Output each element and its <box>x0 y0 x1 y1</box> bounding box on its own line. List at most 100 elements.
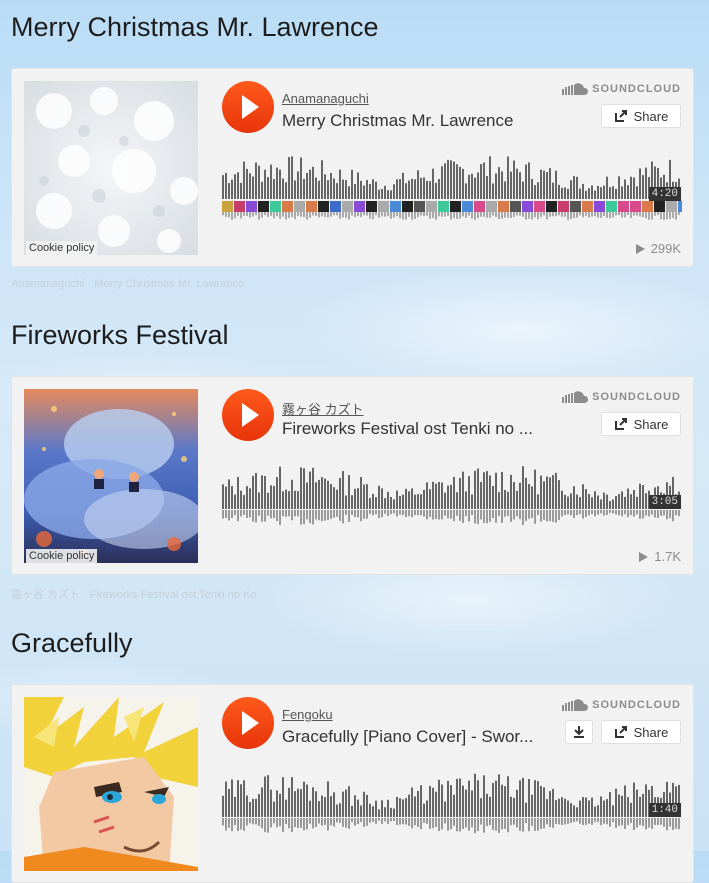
waveform-reflection-bar <box>285 510 287 517</box>
waveform-reflection-bar <box>570 510 572 516</box>
comment-avatar[interactable] <box>666 201 677 212</box>
byline-track-link[interactable]: Fireworks Festival ost Tenki no Ko <box>90 589 257 601</box>
waveform-bar <box>258 165 260 199</box>
comment-avatar[interactable] <box>246 201 257 212</box>
waveform-reflection-bar <box>441 510 443 520</box>
waveform-reflection-bar <box>330 510 332 519</box>
comment-avatar[interactable] <box>294 201 305 212</box>
comment-avatar[interactable] <box>258 201 269 212</box>
waveform-reflection-bar <box>624 818 626 830</box>
comment-avatar[interactable] <box>282 201 293 212</box>
comment-avatar[interactable] <box>450 201 461 212</box>
track-title[interactable]: Gracefully [Piano Cover] - Swor... <box>282 727 533 747</box>
share-icon <box>614 418 627 430</box>
comment-avatar[interactable] <box>378 201 389 212</box>
soundcloud-logo[interactable]: SOUNDCLOUD <box>562 699 681 711</box>
comment-avatar[interactable] <box>522 201 533 212</box>
waveform-reflection-bar <box>240 212 242 219</box>
comment-avatar[interactable] <box>390 201 401 212</box>
artist-link[interactable]: 霧ヶ谷 カズト <box>282 399 364 418</box>
waveform-reflection-bar <box>585 510 587 517</box>
waveform-bar <box>552 788 554 817</box>
track-title[interactable]: Merry Christmas Mr. Lawrence <box>282 111 513 131</box>
comment-avatar[interactable] <box>510 201 521 212</box>
waveform-bar <box>393 499 395 509</box>
comment-avatar[interactable] <box>618 201 629 212</box>
comment-avatar[interactable] <box>498 201 509 212</box>
comment-avatar[interactable] <box>354 201 365 212</box>
soundcloud-logo-icon <box>562 83 589 95</box>
comment-avatar[interactable] <box>270 201 281 212</box>
waveform[interactable] <box>222 765 682 837</box>
comment-avatar[interactable] <box>414 201 425 212</box>
share-label: Share <box>633 108 669 124</box>
comment-avatar[interactable] <box>486 201 497 212</box>
byline-artist-link[interactable]: Anamanaguchi <box>11 278 84 290</box>
comment-avatar[interactable] <box>642 201 653 212</box>
waveform-reflection-bar <box>447 510 449 519</box>
comment-avatar[interactable] <box>630 201 641 212</box>
comment-avatar[interactable] <box>438 201 449 212</box>
waveform-reflection-bar <box>672 510 674 522</box>
waveform-bar <box>267 177 269 199</box>
soundcloud-logo[interactable]: SOUNDCLOUD <box>562 391 681 403</box>
waveform[interactable] <box>222 149 682 221</box>
track-artwork[interactable]: Cookie policy <box>24 389 198 563</box>
byline-track-link[interactable]: Merry Christmas Mr. Lawrence <box>94 278 244 290</box>
waveform-reflection-bar <box>498 818 500 833</box>
artist-link[interactable]: Anamanaguchi <box>282 91 369 106</box>
waveform-bar <box>264 776 266 817</box>
waveform-bar <box>477 780 479 817</box>
comment-avatar[interactable] <box>426 201 437 212</box>
comment-avatar[interactable] <box>462 201 473 212</box>
comment-avatar[interactable] <box>570 201 581 212</box>
comment-avatar[interactable] <box>582 201 593 212</box>
comment-avatar[interactable] <box>546 201 557 212</box>
comment-avatar[interactable] <box>678 201 682 212</box>
download-button[interactable] <box>565 720 593 744</box>
play-button[interactable] <box>222 389 274 441</box>
waveform[interactable] <box>222 457 682 529</box>
waveform-reflection-bar <box>342 818 344 827</box>
waveform-bar <box>348 786 350 817</box>
cookie-policy-link[interactable]: Cookie policy <box>26 549 98 563</box>
waveform-bar <box>390 807 392 817</box>
comment-avatar[interactable] <box>342 201 353 212</box>
comment-avatar[interactable] <box>654 201 665 212</box>
comment-avatar[interactable] <box>474 201 485 212</box>
waveform-reflection-bar <box>486 818 488 827</box>
play-count-value: 299K <box>650 241 681 256</box>
comment-avatar[interactable] <box>534 201 545 212</box>
comment-avatar[interactable] <box>558 201 569 212</box>
waveform-bar <box>348 475 350 509</box>
soundcloud-logo[interactable]: SOUNDCLOUD <box>562 83 681 95</box>
waveform-reflection-bar <box>678 818 680 830</box>
waveform-bar <box>417 170 419 199</box>
waveform-bar <box>342 471 344 509</box>
play-button[interactable] <box>222 697 274 749</box>
comment-avatar[interactable] <box>594 201 605 212</box>
comment-avatar[interactable] <box>306 201 317 212</box>
track-title[interactable]: Fireworks Festival ost Tenki no ... <box>282 419 533 439</box>
comment-avatar[interactable] <box>234 201 245 212</box>
comment-avatar[interactable] <box>222 201 233 212</box>
waveform-reflection-bar <box>249 510 251 518</box>
waveform-reflection-bar <box>222 212 224 216</box>
cookie-policy-link[interactable]: Cookie policy <box>26 241 98 255</box>
byline-artist-link[interactable]: 霧ヶ谷 カズト <box>11 589 80 601</box>
comment-avatar[interactable] <box>606 201 617 212</box>
waveform-bar <box>444 801 446 817</box>
comment-avatar[interactable] <box>402 201 413 212</box>
track-artwork[interactable]: Cookie policy <box>24 81 198 255</box>
track-artwork[interactable] <box>24 697 198 871</box>
artist-link[interactable]: Fengoku <box>282 707 333 722</box>
comment-avatar[interactable] <box>366 201 377 212</box>
play-button[interactable] <box>222 81 274 133</box>
share-button[interactable]: Share <box>601 104 681 128</box>
comment-avatar[interactable] <box>330 201 341 212</box>
share-button[interactable]: Share <box>601 720 681 744</box>
waveform-reflection-bar <box>630 212 632 219</box>
waveform-reflection-bar <box>588 818 590 824</box>
comment-avatar[interactable] <box>318 201 329 212</box>
share-button[interactable]: Share <box>601 412 681 436</box>
